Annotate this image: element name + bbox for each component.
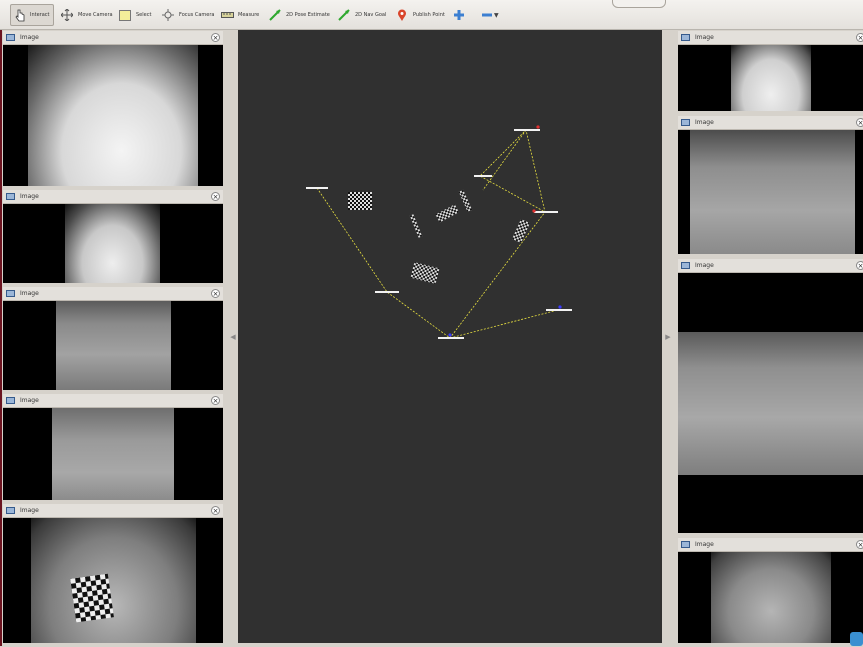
panel-titlebar: Image ×: [678, 259, 863, 273]
measure-tool-label: Measure: [238, 12, 260, 18]
camera-image: [56, 301, 171, 390]
image-icon: [6, 34, 15, 41]
select-tool-label: Select: [136, 12, 152, 18]
panel-title: Image: [695, 119, 714, 126]
ruler-icon: [220, 8, 234, 22]
panel-titlebar: Image ×: [3, 504, 223, 518]
image-icon: [681, 119, 690, 126]
image-panel-left-3: Image ×: [3, 287, 223, 390]
move-camera-icon: [60, 8, 74, 22]
checkerboard-target: [70, 573, 114, 623]
nav-goal-tool-label: 2D Nav Goal: [355, 12, 387, 18]
minus-icon: [480, 8, 494, 22]
focus-camera-icon: [161, 8, 175, 22]
panel-title: Image: [20, 290, 39, 297]
camera-image: [65, 204, 160, 283]
panel-title: Image: [20, 397, 39, 404]
map-pin-icon: [395, 8, 409, 22]
panel-titlebar: Image ×: [678, 116, 863, 130]
publish-point-tool-button[interactable]: Publish Point: [395, 4, 445, 26]
close-icon[interactable]: ×: [856, 33, 863, 42]
scene-render: [306, 125, 572, 339]
image-icon: [6, 193, 15, 200]
image-icon: [681, 541, 690, 548]
hand-cursor-icon: [14, 8, 26, 22]
image-panel-right-3: Image ×: [678, 259, 863, 533]
measure-tool-button[interactable]: Measure: [220, 4, 259, 26]
publish-point-tool-label: Publish Point: [413, 12, 445, 18]
close-icon[interactable]: ×: [211, 33, 220, 42]
move-camera-tool-button[interactable]: Move Camera: [60, 4, 113, 26]
nav-goal-tool-button[interactable]: 2D Nav Goal: [337, 4, 386, 26]
pose-estimate-tool-label: 2D Pose Estimate: [286, 12, 330, 18]
chevron-down-icon: ▼: [494, 11, 499, 19]
window-handle[interactable]: [612, 0, 666, 8]
focus-camera-tool-button[interactable]: Focus Camera: [161, 4, 215, 26]
plus-icon: [452, 8, 466, 22]
image-icon: [681, 34, 690, 41]
panel-titlebar: Image ×: [678, 538, 863, 552]
rviz-3d-view[interactable]: [238, 30, 662, 643]
camera-image: [28, 45, 198, 186]
window-edge: [0, 30, 2, 646]
close-icon[interactable]: ×: [211, 396, 220, 405]
select-tool-button[interactable]: Select: [118, 4, 151, 26]
image-panel-right-2: Image ×: [678, 116, 863, 254]
image-panel-left-4: Image ×: [3, 394, 223, 500]
panel-titlebar: Image ×: [3, 190, 223, 204]
remove-tool-dropdown[interactable]: ▼: [480, 4, 499, 26]
image-panel-left-5: Image ×: [3, 504, 223, 643]
panel-titlebar: Image ×: [3, 287, 223, 301]
panel-title: Image: [695, 34, 714, 41]
close-icon[interactable]: ×: [856, 118, 863, 127]
camera-image: [52, 408, 174, 500]
close-icon[interactable]: ×: [856, 540, 863, 549]
camera-image: [731, 45, 811, 111]
close-icon[interactable]: ×: [211, 192, 220, 201]
panel-title: Image: [20, 34, 39, 41]
camera-image: [711, 552, 831, 643]
image-icon: [6, 507, 15, 514]
select-box-icon: [118, 8, 132, 22]
add-tool-button[interactable]: [452, 4, 470, 26]
panel-title: Image: [695, 262, 714, 269]
left-splitter-handle[interactable]: ◀: [229, 330, 237, 344]
camera-image: [31, 518, 196, 643]
tray-app-icon[interactable]: [850, 632, 863, 646]
close-icon[interactable]: ×: [856, 261, 863, 270]
right-splitter-handle[interactable]: ▶: [664, 330, 672, 344]
close-icon[interactable]: ×: [211, 506, 220, 515]
green-arrow-icon: [337, 8, 351, 22]
image-panel-right-4: Image ×: [678, 538, 863, 643]
rviz-toolbar: Interact Move Camera Select Focus Camera…: [0, 0, 863, 30]
interact-tool-label: Interact: [30, 12, 50, 18]
panel-title: Image: [20, 193, 39, 200]
checkerboard-poses: [348, 189, 531, 284]
image-panel-right-1: Image ×: [678, 31, 863, 111]
focus-camera-tool-label: Focus Camera: [179, 12, 215, 18]
panel-titlebar: Image ×: [3, 394, 223, 408]
interact-tool-button[interactable]: Interact: [10, 4, 54, 26]
move-camera-tool-label: Move Camera: [78, 12, 113, 18]
panel-title: Image: [695, 541, 714, 548]
close-icon[interactable]: ×: [211, 289, 220, 298]
image-icon: [6, 290, 15, 297]
camera-image: [678, 332, 863, 475]
image-panel-left-1: Image ×: [3, 31, 223, 186]
panel-title: Image: [20, 507, 39, 514]
green-arrow-icon: [268, 8, 282, 22]
camera-image: [690, 130, 855, 254]
image-icon: [6, 397, 15, 404]
panel-titlebar: Image ×: [678, 31, 863, 45]
image-panel-left-2: Image ×: [3, 190, 223, 283]
image-icon: [681, 262, 690, 269]
pose-estimate-tool-button[interactable]: 2D Pose Estimate: [268, 4, 330, 26]
panel-titlebar: Image ×: [3, 31, 223, 45]
